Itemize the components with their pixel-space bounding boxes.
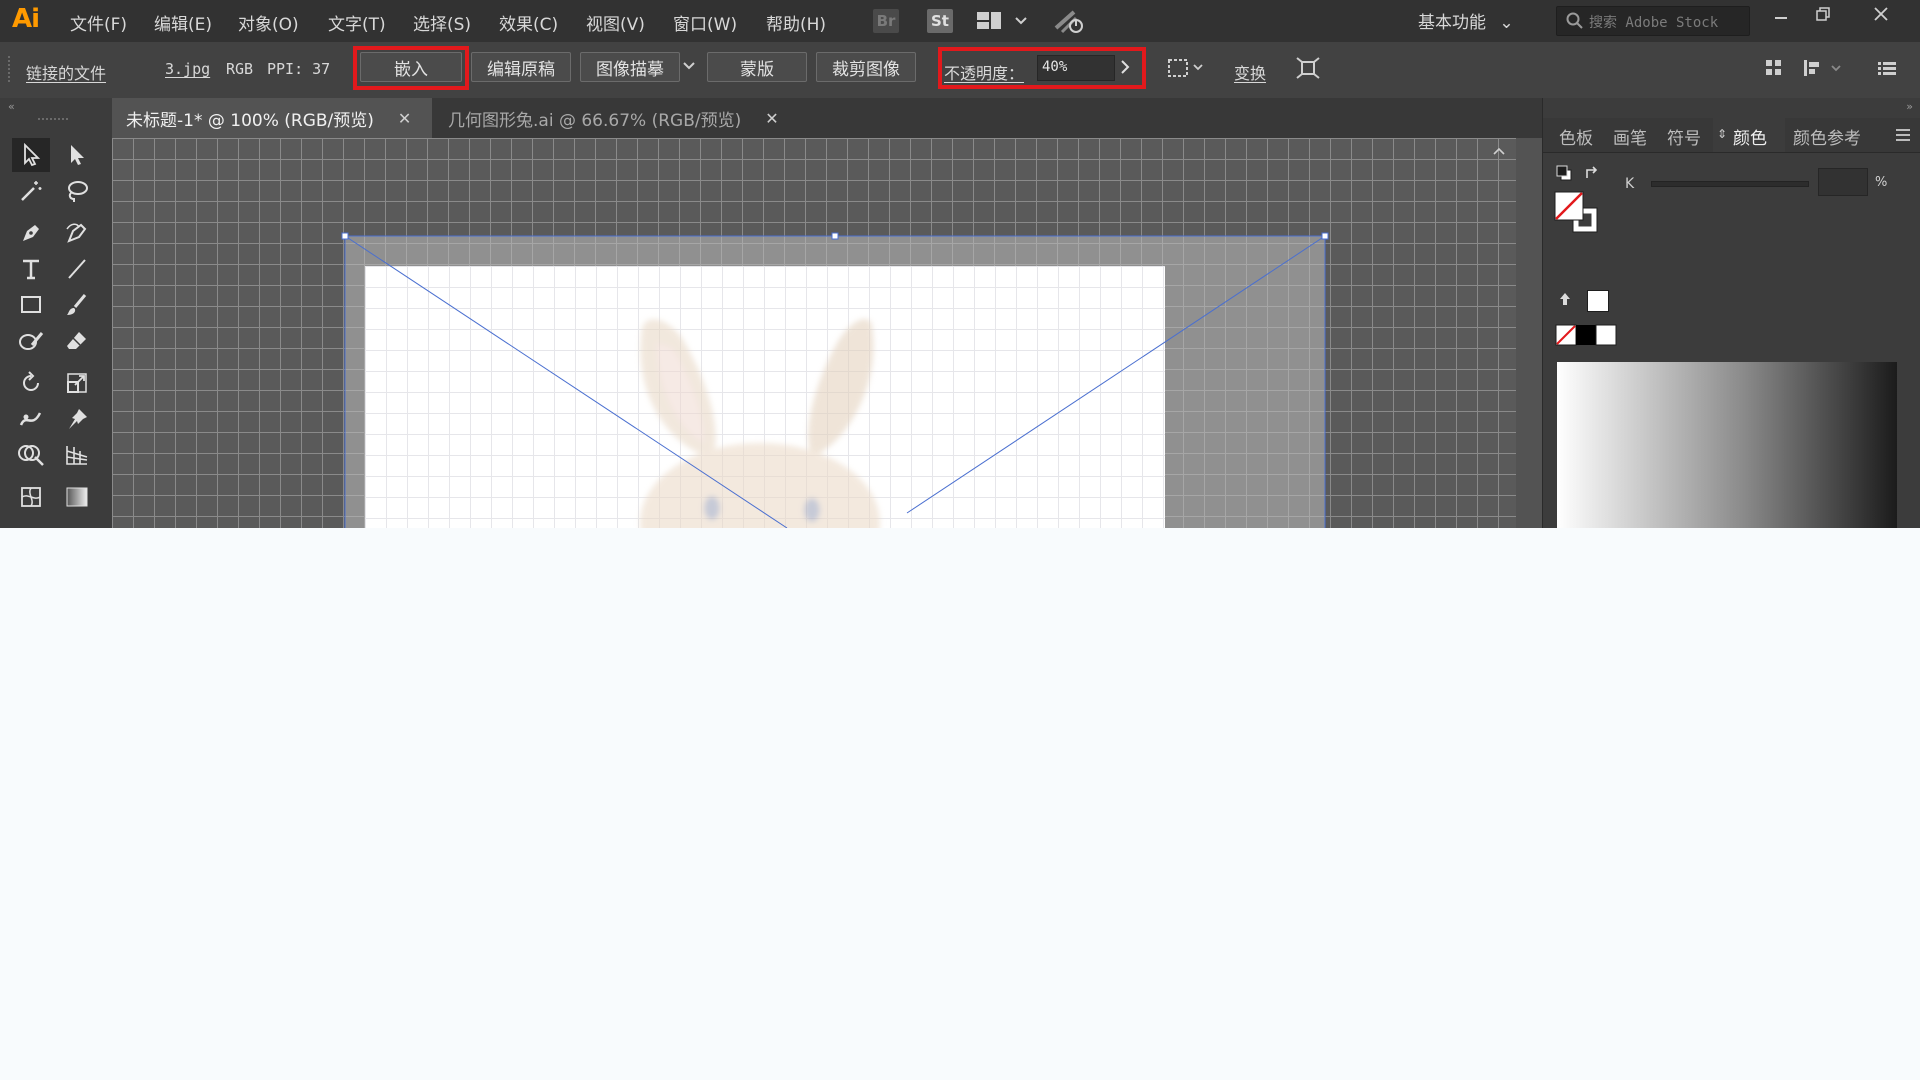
k-slider[interactable]	[1651, 181, 1809, 187]
k-channel-label: K	[1625, 176, 1635, 192]
illustrator-window: Ai 文件(F) 编辑(E) 对象(O) 文字(T) 选择(S) 效果(C) 视…	[0, 0, 1920, 528]
selection-bounding-box	[341, 232, 1329, 528]
grid-view-icon[interactable]	[1764, 58, 1784, 82]
mask-button[interactable]: 蒙版	[707, 52, 807, 82]
color-mode: RGB	[226, 60, 254, 78]
puppet-warp-tool-icon[interactable]	[12, 402, 50, 436]
color-panel: » 色板 画笔 符号 ⇕ 颜色 颜色参考 K %	[1542, 98, 1920, 528]
out-of-gamut-icon[interactable]	[1557, 290, 1573, 312]
tab-brushes[interactable]: 画笔	[1613, 124, 1647, 149]
close-icon[interactable]: ✕	[398, 109, 411, 128]
default-fill-stroke-icon[interactable]	[1555, 164, 1573, 186]
embed-highlight-box	[353, 46, 469, 90]
shaper-tool-icon[interactable]	[12, 324, 50, 358]
search-icon	[1566, 12, 1583, 29]
eraser-tool-icon[interactable]	[58, 324, 96, 358]
crop-image-button[interactable]: 裁剪图像	[816, 52, 916, 82]
line-segment-tool-icon[interactable]	[58, 252, 96, 286]
percent-label: %	[1875, 175, 1888, 190]
shape-builder-tool-icon[interactable]	[12, 438, 50, 472]
menu-file[interactable]: 文件(F)	[70, 10, 127, 35]
opacity-highlight-box	[938, 47, 1146, 89]
menu-effect[interactable]: 效果(C)	[499, 10, 558, 35]
workspace-label: 基本功能	[1418, 13, 1486, 33]
quick-swatches	[1555, 324, 1619, 350]
transform-link[interactable]: 变换	[1234, 60, 1266, 84]
web-safe-color-swatch[interactable]	[1587, 290, 1609, 312]
tab-color-guide[interactable]: 颜色参考	[1793, 124, 1861, 149]
type-tool-icon[interactable]	[12, 252, 50, 286]
isolate-object-icon[interactable]	[1295, 56, 1321, 84]
rectangle-tool-icon[interactable]	[12, 288, 50, 322]
minimize-button[interactable]	[1766, 6, 1796, 32]
tab-symbols[interactable]: 符号	[1667, 124, 1701, 149]
scroll-up-icon[interactable]	[1492, 142, 1506, 161]
edit-original-button[interactable]: 编辑原稿	[471, 52, 571, 82]
stock-search-input[interactable]: 搜索 Adobe Stock	[1556, 6, 1750, 36]
tools-grip[interactable]	[38, 118, 68, 120]
ppi-value: PPI: 37	[267, 60, 331, 78]
tab-label: 未标题-1* @ 100% (RGB/预览)	[126, 110, 374, 131]
collapse-tools-icon[interactable]: «	[8, 100, 15, 113]
tab-geometric-rabbit[interactable]: 几何图形兔.ai @ 66.67% (RGB/预览) ✕	[434, 98, 794, 138]
pen-tool-icon[interactable]	[12, 216, 50, 250]
k-value-input[interactable]	[1818, 168, 1868, 196]
control-bar: 链接的文件 3.jpg RGB PPI: 37 嵌入 编辑原稿 图像描摹 蒙版 …	[0, 42, 1920, 99]
canvas-area[interactable]	[112, 138, 1516, 528]
tab-label: 几何图形兔.ai @ 66.67% (RGB/预览)	[448, 110, 742, 131]
restore-button[interactable]	[1808, 6, 1838, 32]
curvature-tool-icon[interactable]	[58, 216, 96, 250]
stock-icon[interactable]: St	[927, 9, 953, 33]
align-options-icon[interactable]	[1802, 58, 1846, 82]
app-logo: Ai	[12, 4, 40, 34]
menu-select[interactable]: 选择(S)	[413, 10, 471, 35]
grip-handle[interactable]	[8, 56, 16, 82]
close-icon[interactable]: ✕	[765, 109, 778, 128]
lasso-tool-icon[interactable]	[58, 174, 96, 208]
menu-window[interactable]: 窗口(W)	[673, 10, 737, 35]
align-to-selection-icon[interactable]	[1166, 56, 1208, 84]
linked-filename[interactable]: 3.jpg	[165, 60, 210, 78]
tab-untitled-1[interactable]: 未标题-1* @ 100% (RGB/预览) ✕	[112, 98, 432, 138]
gradient-tool-icon[interactable]	[58, 480, 96, 514]
menu-object[interactable]: 对象(O)	[238, 10, 299, 35]
panel-tab-bar: 色板 画笔 符号 ⇕ 颜色 颜色参考	[1543, 118, 1920, 153]
tab-color[interactable]: 颜色	[1733, 124, 1767, 149]
close-window-button[interactable]	[1866, 6, 1896, 32]
menu-edit[interactable]: 编辑(E)	[154, 10, 212, 35]
color-spectrum-bar[interactable]	[1557, 362, 1897, 528]
swap-fill-stroke-icon[interactable]	[1583, 164, 1601, 186]
gpu-performance-icon[interactable]	[1052, 8, 1086, 40]
menu-help[interactable]: 帮助(H)	[766, 10, 826, 35]
arrange-documents-icon[interactable]	[976, 10, 1030, 36]
tools-panel: «	[0, 98, 113, 528]
menu-bar: Ai 文件(F) 编辑(E) 对象(O) 文字(T) 选择(S) 效果(C) 视…	[0, 0, 1920, 42]
perspective-grid-tool-icon[interactable]	[58, 438, 96, 472]
image-trace-button[interactable]: 图像描摹	[580, 52, 680, 82]
panel-menu-icon[interactable]	[1895, 127, 1911, 146]
workspace-switcher[interactable]: 基本功能 ⌄	[1418, 8, 1514, 33]
updown-arrows-icon[interactable]: ⇕	[1717, 127, 1727, 141]
control-menu-icon[interactable]	[1876, 58, 1898, 82]
document-tab-bar: 未标题-1* @ 100% (RGB/预览) ✕ 几何图形兔.ai @ 66.6…	[112, 98, 1542, 138]
fill-stroke-swatch[interactable]	[1553, 190, 1601, 240]
paintbrush-tool-icon[interactable]	[58, 288, 96, 322]
chevron-down-icon[interactable]	[682, 58, 696, 77]
pin-tool-icon[interactable]	[58, 402, 96, 436]
bridge-icon[interactable]: Br	[873, 9, 899, 33]
chevron-down-icon: ⌄	[1499, 13, 1514, 33]
mesh-tool-icon[interactable]	[12, 480, 50, 514]
scale-tool-icon[interactable]	[58, 366, 96, 400]
direct-selection-tool-icon[interactable]	[58, 138, 96, 172]
collapse-panel-icon[interactable]: »	[1906, 100, 1913, 113]
rotate-tool-icon[interactable]	[12, 366, 50, 400]
menu-type[interactable]: 文字(T)	[328, 10, 386, 35]
menu-view[interactable]: 视图(V)	[586, 10, 645, 35]
selection-tool-icon[interactable]	[12, 138, 50, 172]
tab-swatches[interactable]: 色板	[1559, 124, 1593, 149]
linked-file-link[interactable]: 链接的文件	[26, 60, 106, 84]
search-placeholder: 搜索 Adobe Stock	[1589, 15, 1719, 31]
magic-wand-tool-icon[interactable]	[12, 174, 50, 208]
